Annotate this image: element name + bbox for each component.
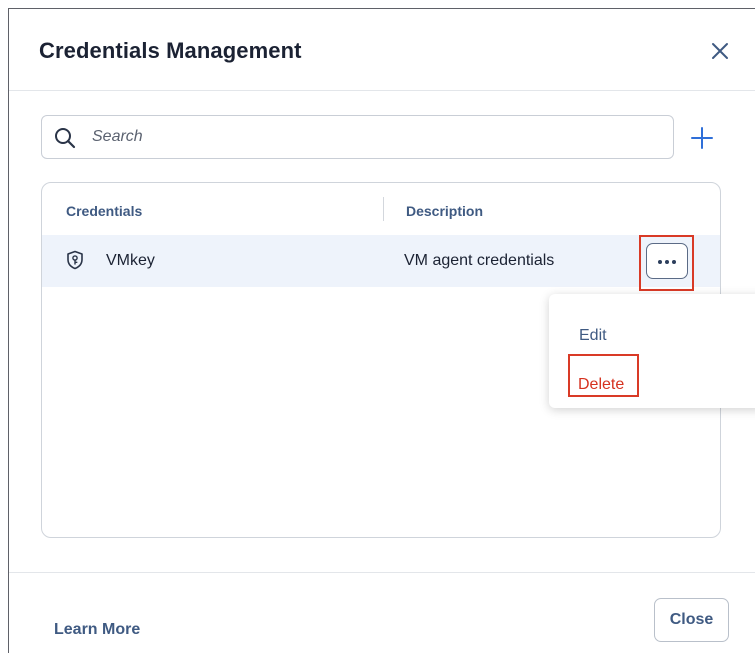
add-credential-button[interactable] [689, 125, 715, 151]
search-box[interactable] [41, 115, 674, 159]
menu-item-edit[interactable]: Edit [579, 327, 607, 345]
credential-name: VMkey [106, 252, 155, 269]
table-row[interactable]: VMkey VM agent credentials [42, 235, 720, 287]
dialog-title: Credentials Management [39, 38, 302, 63]
row-actions-button[interactable] [646, 243, 688, 279]
menu-item-delete[interactable]: Delete [578, 376, 624, 394]
learn-more-link[interactable]: Learn More [54, 621, 140, 639]
credentials-dialog: Credentials Management Credentials Descr… [8, 8, 755, 653]
dialog-header: Credentials Management [9, 9, 755, 91]
column-header-credentials[interactable]: Credentials [66, 203, 142, 219]
ellipsis-dot [672, 260, 676, 264]
close-icon[interactable] [709, 40, 731, 62]
credential-description: VM agent credentials [404, 252, 555, 269]
close-button[interactable]: Close [654, 598, 729, 642]
column-divider [383, 197, 384, 221]
column-header-description[interactable]: Description [406, 203, 483, 219]
plus-icon [691, 127, 713, 149]
dialog-footer: Learn More Close [9, 572, 755, 654]
ellipsis-dot [665, 260, 669, 264]
search-input[interactable] [92, 124, 652, 150]
ellipsis-dot [658, 260, 662, 264]
shield-key-icon [66, 250, 84, 270]
row-actions-menu: Edit Delete [549, 294, 755, 408]
search-icon [54, 127, 76, 149]
